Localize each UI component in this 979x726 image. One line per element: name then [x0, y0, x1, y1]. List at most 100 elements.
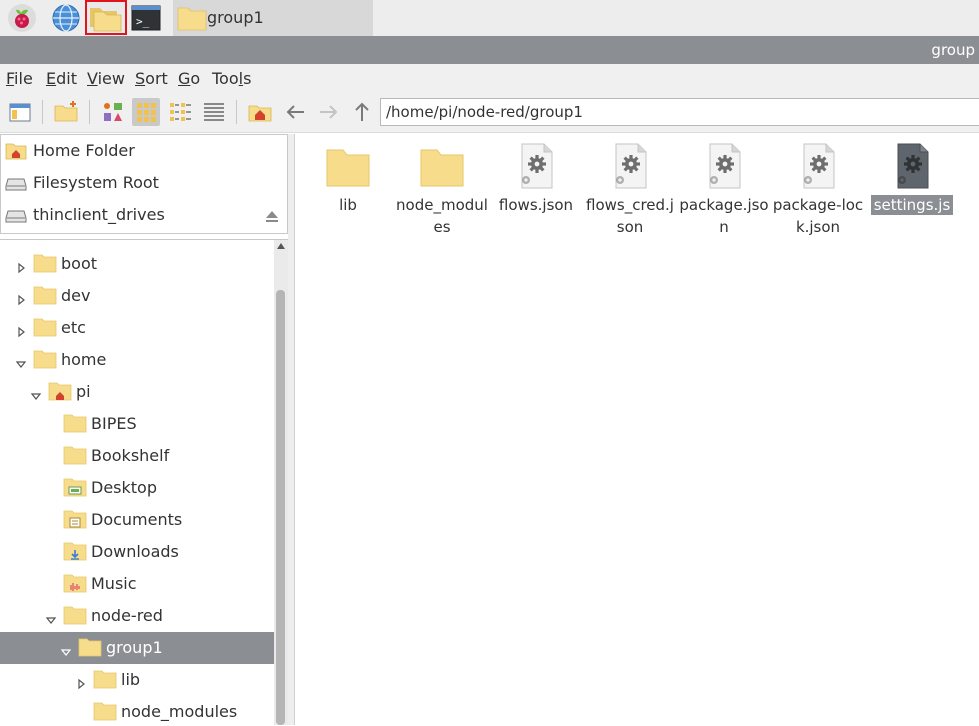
new-window-button[interactable]	[6, 98, 34, 126]
icon-view-button[interactable]	[132, 98, 160, 126]
tree-item-label: boot	[61, 254, 98, 273]
config-file-icon	[888, 142, 936, 190]
file-name-label: package.json	[678, 194, 770, 238]
expander-expanded-icon[interactable]	[45, 610, 57, 624]
folder-icon	[63, 445, 87, 465]
taskbar-window-label: group1	[207, 8, 264, 27]
place-label: thinclient_drives	[33, 205, 165, 224]
folder-icon	[63, 605, 87, 625]
drive-icon	[5, 178, 27, 191]
scroll-up-icon[interactable]	[276, 242, 286, 250]
tree-item-desktop[interactable]: Desktop	[0, 472, 274, 504]
home-button[interactable]	[246, 98, 274, 126]
eject-icon[interactable]	[265, 209, 279, 223]
web-browser-icon[interactable]	[51, 3, 81, 33]
expander-expanded-icon[interactable]	[30, 386, 42, 400]
expander-collapsed-icon[interactable]	[16, 322, 26, 338]
tree-item-label: Downloads	[91, 542, 179, 561]
places-pane: Home Folder Filesystem Root thinclient_d…	[0, 134, 288, 234]
svg-text:>_: >_	[136, 15, 150, 28]
place-label: Home Folder	[33, 141, 135, 160]
tree-item-dev[interactable]: dev	[0, 280, 274, 312]
tree-item-etc[interactable]: etc	[0, 312, 274, 344]
file-item-flows-json[interactable]: flows.json	[490, 138, 582, 238]
file-view: lib node_modules flows.json flows_cred.json…	[294, 134, 979, 725]
window-titlebar[interactable]: group	[0, 36, 979, 64]
place-home-folder[interactable]: Home Folder	[5, 137, 285, 165]
file-item-package-lock-json[interactable]: package-lock.json	[772, 138, 864, 238]
expander-collapsed-icon[interactable]	[16, 290, 26, 306]
file-item-settings-js[interactable]: settings.js	[866, 138, 958, 238]
expander-collapsed-icon[interactable]	[16, 258, 26, 274]
list-view-button[interactable]	[200, 98, 228, 126]
tree-item-label: BIPES	[91, 414, 137, 433]
place-filesystem-root[interactable]: Filesystem Root	[5, 169, 285, 197]
folder-icon	[324, 142, 372, 190]
file-name-label: package-lock.json	[772, 194, 864, 238]
folder-icon	[33, 285, 57, 305]
tree-scrollbar-thumb[interactable]	[276, 290, 285, 725]
menu-file[interactable]: File	[6, 69, 33, 88]
expander-collapsed-icon[interactable]	[76, 674, 86, 690]
folder-icon	[93, 669, 117, 689]
taskbar-window-button[interactable]	[173, 0, 373, 36]
file-name-text: node_modules	[396, 196, 488, 236]
list-view-icon	[204, 103, 224, 121]
expander-expanded-icon[interactable]	[15, 354, 27, 368]
new-folder-button[interactable]	[52, 98, 80, 126]
file-item-node-modules[interactable]: node_modules	[396, 138, 488, 238]
file-item-lib[interactable]: lib	[302, 138, 394, 238]
tree-item-pi[interactable]: pi	[0, 376, 274, 408]
tree-item-documents[interactable]: Documents	[0, 504, 274, 536]
forward-button[interactable]	[314, 98, 342, 126]
place-thinclient-drives[interactable]: thinclient_drives	[5, 201, 285, 229]
tree-item-label: dev	[61, 286, 91, 305]
tree-item-label: Bookshelf	[91, 446, 170, 465]
tree-item-label: pi	[76, 382, 91, 401]
file-manager-launcher[interactable]	[85, 0, 127, 35]
documents-folder-icon	[63, 509, 87, 529]
menu-view[interactable]: View	[87, 69, 125, 88]
expander-expanded-icon[interactable]	[60, 642, 72, 656]
tree-item-downloads[interactable]: Downloads	[0, 536, 274, 568]
home-folder-icon	[5, 143, 27, 160]
location-bar[interactable]	[380, 98, 979, 126]
icon-view-icon	[137, 103, 156, 122]
menu-go[interactable]: Go	[178, 69, 200, 88]
file-name-text: flows_cred.json	[586, 196, 674, 236]
arrow-left-icon	[286, 105, 304, 119]
config-file-icon	[700, 142, 748, 190]
tree-item-node-red[interactable]: node-red	[0, 600, 274, 632]
downloads-folder-icon	[63, 541, 87, 561]
thumbnail-view-button[interactable]	[99, 98, 127, 126]
menu-edit[interactable]: Edit	[46, 69, 77, 88]
tree-item-boot[interactable]: boot	[0, 248, 274, 280]
tree-item-node-modules[interactable]: node_modules	[0, 696, 274, 726]
folder-icon	[33, 253, 57, 273]
up-button[interactable]	[348, 98, 376, 126]
tree-item-music[interactable]: Music	[0, 568, 274, 600]
tree-item-bipes[interactable]: BIPES	[0, 408, 274, 440]
taskbar: >_ group1	[0, 0, 979, 36]
raspberry-menu-icon[interactable]	[7, 3, 37, 33]
tree-item-home[interactable]: home	[0, 344, 274, 376]
tree-item-group1[interactable]: group1	[0, 632, 274, 664]
compact-view-button[interactable]	[166, 98, 194, 126]
file-name-label: settings.js	[866, 194, 958, 216]
menu-sort[interactable]: Sort	[135, 69, 168, 88]
tree-item-bookshelf[interactable]: Bookshelf	[0, 440, 274, 472]
back-button[interactable]	[282, 98, 310, 126]
file-item-flows-cred-json[interactable]: flows_cred.json	[584, 138, 676, 238]
config-file-icon	[512, 142, 560, 190]
terminal-icon[interactable]: >_	[131, 3, 161, 33]
tree-item-lib[interactable]: lib	[0, 664, 274, 696]
file-name-label: node_modules	[396, 194, 488, 238]
directory-tree: boot dev etc home pi BIPES Bookshelf Desktop Doc…	[0, 239, 288, 726]
window-title: group	[931, 41, 975, 59]
music-folder-icon	[63, 573, 87, 593]
menu-tools[interactable]: Tools	[212, 69, 251, 88]
folder-icon	[93, 701, 117, 721]
file-name-text: settings.js	[870, 195, 954, 215]
file-item-package-json[interactable]: package.json	[678, 138, 770, 238]
config-file-icon	[794, 142, 842, 190]
